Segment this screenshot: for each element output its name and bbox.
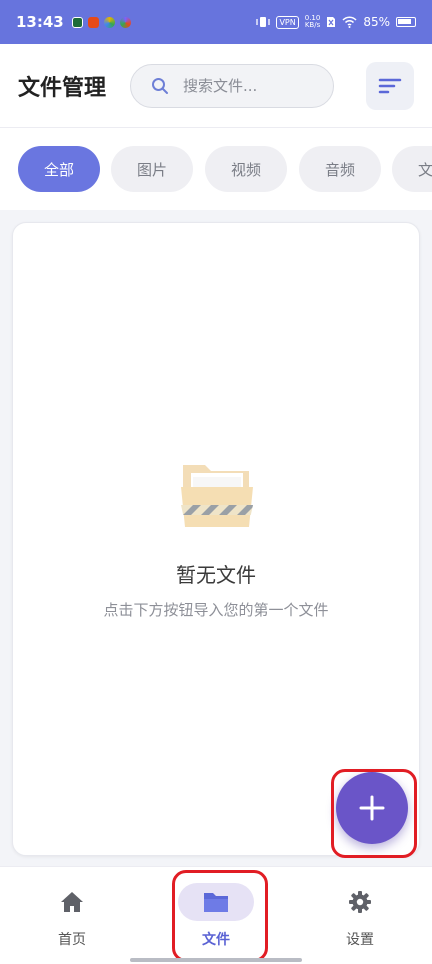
nav-icon-wrap [322,883,398,921]
search-placeholder: 搜索文件... [183,77,258,95]
nav-item-settings[interactable]: 设置 [310,877,410,957]
status-time: 13:43 [16,13,64,31]
empty-state-title: 暂无文件 [176,563,256,587]
home-indicator[interactable] [130,958,302,962]
nav-item-home[interactable]: 首页 [22,877,122,957]
empty-state-subtitle: 点击下方按钮导入您的第一个文件 [103,601,329,619]
notification-app-icon [71,16,83,28]
filter-chip-all[interactable]: 全部 [18,146,100,192]
no-sim-icon [327,17,336,27]
nav-label-settings: 设置 [346,932,374,948]
status-bar: 13:43 VPN 0.10 KB/s 85% [0,0,432,44]
filter-chip-documents[interactable]: 文 [392,146,432,192]
nav-icon-wrap [34,883,110,921]
notification-icons [71,16,131,28]
file-list-card: 暂无文件 点击下方按钮导入您的第一个文件 [12,222,420,856]
vibrate-icon [256,17,271,27]
sort-button[interactable] [366,61,414,110]
highlight-box-nav [172,870,268,962]
search-icon [152,77,169,94]
gear-icon [349,891,371,913]
battery-icon [396,17,416,27]
nav-label-home: 首页 [58,932,86,948]
filter-chips: 全部 图片 视频 音频 文 [0,128,432,210]
filter-chip-videos[interactable]: 视频 [205,146,287,192]
home-icon [61,892,83,912]
filter-chip-images[interactable]: 图片 [111,146,193,192]
wifi-icon [342,16,357,28]
notification-app-icon [87,16,99,28]
notification-app-icon [119,16,131,28]
battery-percent: 85% [363,15,390,29]
vpn-badge: VPN [276,15,299,29]
filter-chip-audio[interactable]: 音频 [299,146,381,192]
network-speed-unit: KB/s [304,21,321,29]
status-indicators: VPN 0.10 KB/s 85% [256,15,416,29]
search-input[interactable]: 搜索文件... [130,63,335,108]
page-title: 文件管理 [18,75,107,101]
notification-app-icon [103,16,115,28]
folder-icon [181,465,253,527]
network-speed: 0.10 KB/s [305,15,321,29]
sort-icon [378,78,402,93]
highlight-box-fab [331,769,417,858]
app-header: 文件管理 搜索文件... [0,44,432,128]
